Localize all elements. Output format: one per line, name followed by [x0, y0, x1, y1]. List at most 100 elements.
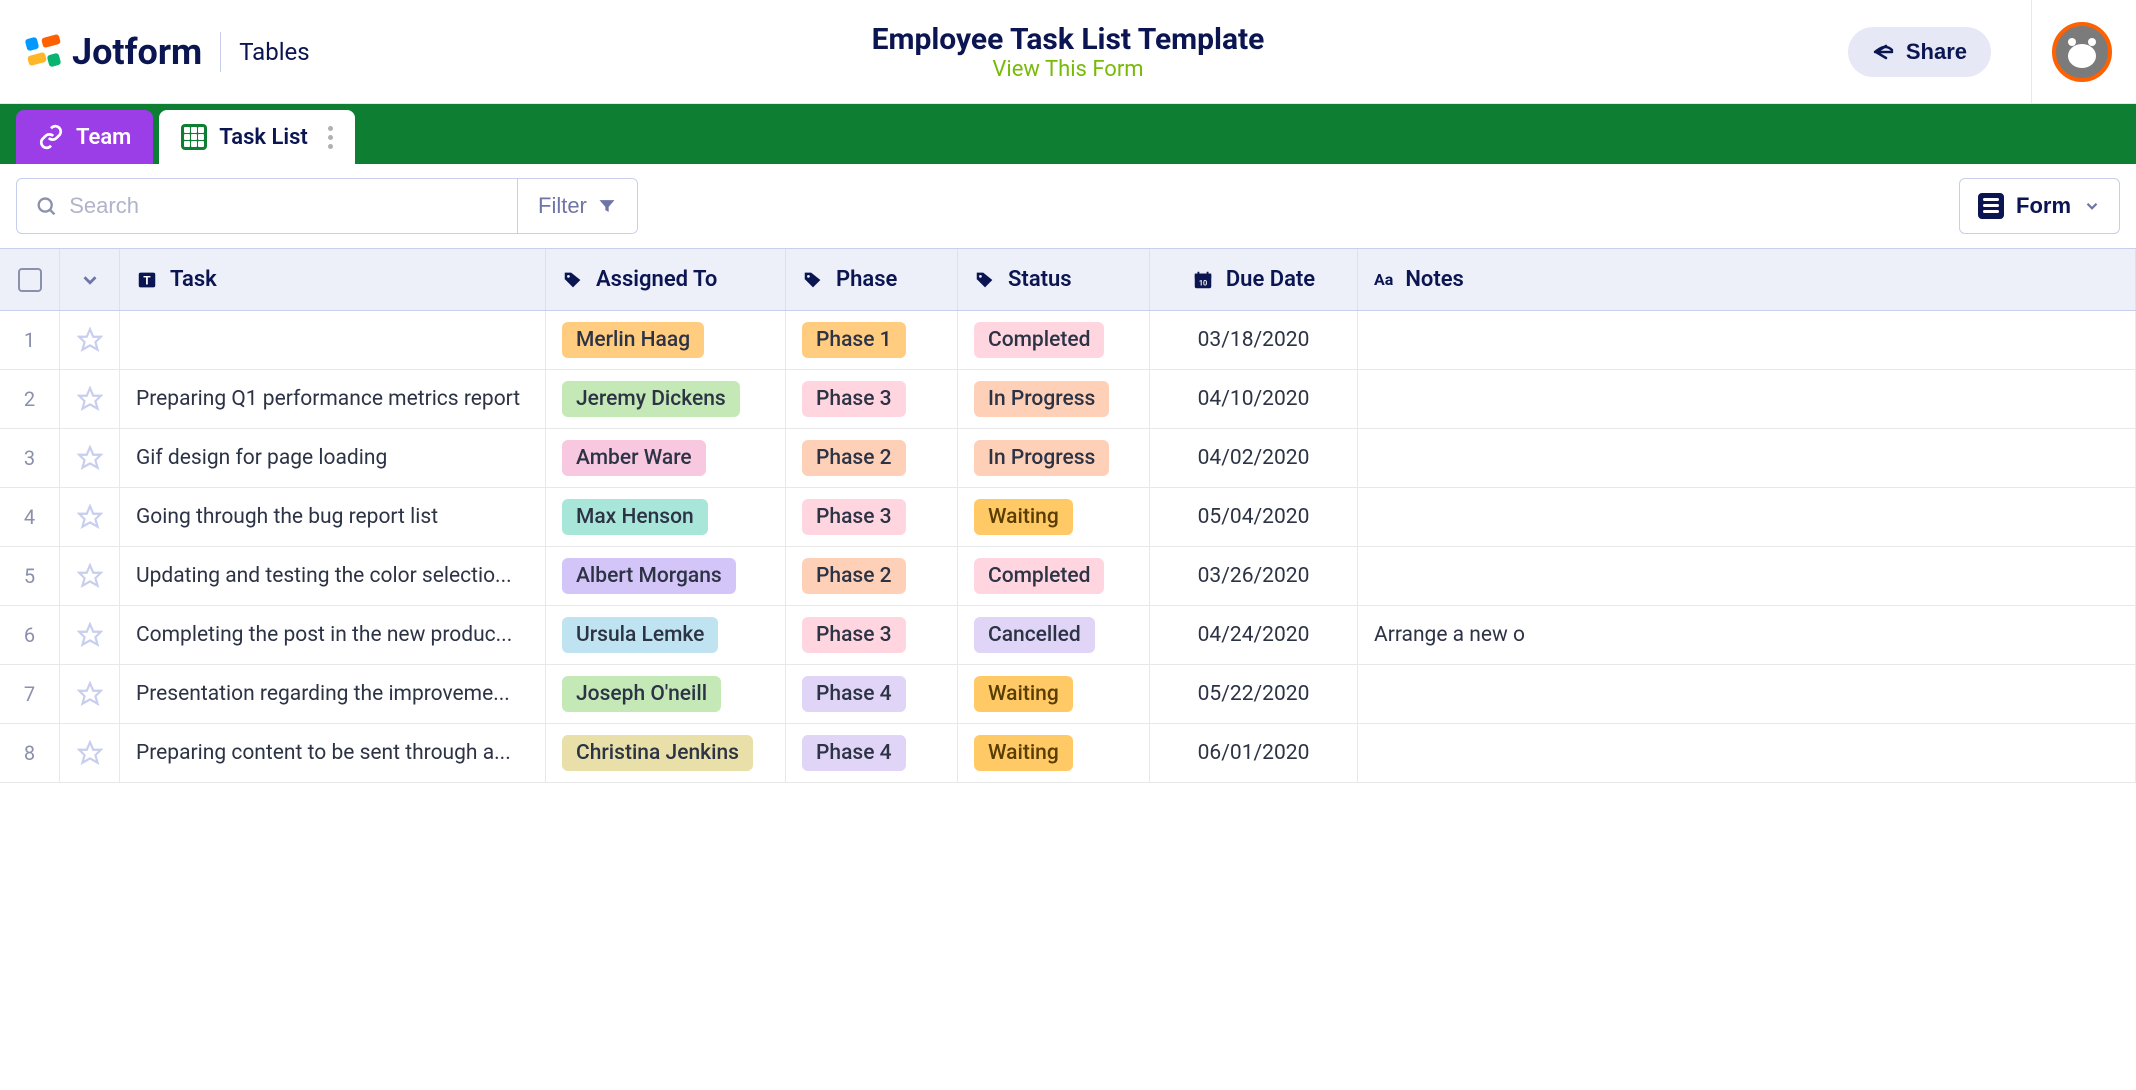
brand-name: Jotform	[72, 31, 202, 73]
cell-assigned[interactable]: Amber Ware	[546, 429, 786, 487]
table-row[interactable]: 5 Updating and testing the color selecti…	[0, 547, 2136, 606]
view-form-link[interactable]: View This Form	[872, 57, 1265, 82]
cell-date[interactable]: 03/18/2020	[1150, 311, 1358, 369]
table-row[interactable]: 8 Preparing content to be sent through a…	[0, 724, 2136, 783]
cell-notes[interactable]	[1358, 547, 2136, 605]
column-header-status[interactable]: Status	[958, 249, 1150, 310]
form-view-button[interactable]: Form	[1959, 178, 2120, 234]
row-star[interactable]	[60, 311, 120, 369]
cell-notes[interactable]	[1358, 370, 2136, 428]
cell-phase[interactable]: Phase 2	[786, 547, 958, 605]
cell-phase[interactable]: Phase 4	[786, 724, 958, 782]
cell-phase[interactable]: Phase 1	[786, 311, 958, 369]
cell-phase[interactable]: Phase 2	[786, 429, 958, 487]
table-row[interactable]: 2 Preparing Q1 performance metrics repor…	[0, 370, 2136, 429]
cell-status[interactable]: Cancelled	[958, 606, 1150, 664]
row-number: 6	[0, 606, 60, 664]
table-row[interactable]: 4 Going through the bug report list Max …	[0, 488, 2136, 547]
tab-tasklist[interactable]: Task List	[159, 110, 355, 164]
column-header-notes[interactable]: Aa Notes	[1358, 249, 2136, 310]
tab-menu-button[interactable]	[328, 126, 333, 149]
cell-assigned[interactable]: Max Henson	[546, 488, 786, 546]
product-name[interactable]: Tables	[239, 38, 309, 66]
cell-phase[interactable]: Phase 3	[786, 370, 958, 428]
column-header-task[interactable]: T Task	[120, 249, 546, 310]
table-row[interactable]: 6 Completing the post in the new produc.…	[0, 606, 2136, 665]
cell-notes[interactable]	[1358, 665, 2136, 723]
cell-status[interactable]: In Progress	[958, 429, 1150, 487]
search-filter-group: Filter	[16, 178, 638, 234]
cell-status[interactable]: Waiting	[958, 488, 1150, 546]
cell-task[interactable]: Updating and testing the color selectio.…	[120, 547, 546, 605]
table-row[interactable]: 7 Presentation regarding the improveme..…	[0, 665, 2136, 724]
cell-assigned[interactable]: Merlin Haag	[546, 311, 786, 369]
row-star[interactable]	[60, 370, 120, 428]
row-star[interactable]	[60, 665, 120, 723]
column-header-assigned[interactable]: Assigned To	[546, 249, 786, 310]
cell-status[interactable]: Completed	[958, 547, 1150, 605]
cell-date[interactable]: 04/24/2020	[1150, 606, 1358, 664]
row-star[interactable]	[60, 547, 120, 605]
cell-status[interactable]: In Progress	[958, 370, 1150, 428]
expand-header[interactable]	[60, 249, 120, 310]
search-input[interactable]	[69, 193, 499, 219]
select-all-header[interactable]	[0, 249, 60, 310]
search-box[interactable]	[17, 179, 517, 233]
star-icon	[77, 740, 103, 766]
tab-tasklist-label: Task List	[219, 125, 308, 150]
cell-date[interactable]: 04/02/2020	[1150, 429, 1358, 487]
column-header-duedate[interactable]: 10 Due Date	[1150, 249, 1358, 310]
cell-notes[interactable]	[1358, 311, 2136, 369]
search-icon	[35, 194, 57, 218]
filter-button[interactable]: Filter	[517, 179, 637, 233]
cell-phase[interactable]: Phase 3	[786, 606, 958, 664]
cell-notes[interactable]	[1358, 724, 2136, 782]
brand-logo[interactable]: Jotform	[24, 31, 202, 73]
cell-task[interactable]: Going through the bug report list	[120, 488, 546, 546]
row-star[interactable]	[60, 606, 120, 664]
row-star[interactable]	[60, 724, 120, 782]
cell-task[interactable]: Preparing Q1 performance metrics report	[120, 370, 546, 428]
star-icon	[77, 445, 103, 471]
cell-assigned[interactable]: Jeremy Dickens	[546, 370, 786, 428]
cell-task[interactable]: Presentation regarding the improveme...	[120, 665, 546, 723]
toolbar: Filter Form	[0, 164, 2136, 248]
table-body: 1 Merlin Haag Phase 1 Completed 03/18/20…	[0, 311, 2136, 783]
tag-icon	[562, 269, 584, 291]
cell-date[interactable]: 04/10/2020	[1150, 370, 1358, 428]
app-header: Jotform Tables Employee Task List Templa…	[0, 0, 2136, 104]
cell-task[interactable]	[120, 311, 546, 369]
text-icon: T	[136, 269, 158, 291]
cell-notes[interactable]	[1358, 488, 2136, 546]
cell-date[interactable]: 05/04/2020	[1150, 488, 1358, 546]
cell-assigned[interactable]: Christina Jenkins	[546, 724, 786, 782]
cell-assigned[interactable]: Ursula Lemke	[546, 606, 786, 664]
cell-date[interactable]: 05/22/2020	[1150, 665, 1358, 723]
cell-date[interactable]: 06/01/2020	[1150, 724, 1358, 782]
table-row[interactable]: 1 Merlin Haag Phase 1 Completed 03/18/20…	[0, 311, 2136, 370]
select-all-checkbox[interactable]	[18, 268, 42, 292]
cell-phase[interactable]: Phase 4	[786, 665, 958, 723]
row-star[interactable]	[60, 429, 120, 487]
filter-icon	[597, 196, 617, 216]
cell-status[interactable]: Waiting	[958, 665, 1150, 723]
row-number: 2	[0, 370, 60, 428]
user-avatar[interactable]	[2052, 22, 2112, 82]
cell-notes[interactable]: Arrange a new o	[1358, 606, 2136, 664]
cell-task[interactable]: Preparing content to be sent through a..…	[120, 724, 546, 782]
cell-assigned[interactable]: Joseph O'neill	[546, 665, 786, 723]
form-label: Form	[2016, 193, 2071, 219]
cell-phase[interactable]: Phase 3	[786, 488, 958, 546]
cell-task[interactable]: Gif design for page loading	[120, 429, 546, 487]
cell-status[interactable]: Completed	[958, 311, 1150, 369]
tab-team[interactable]: Team	[16, 110, 153, 164]
cell-date[interactable]: 03/26/2020	[1150, 547, 1358, 605]
share-button[interactable]: Share	[1848, 27, 1991, 77]
table-row[interactable]: 3 Gif design for page loading Amber Ware…	[0, 429, 2136, 488]
cell-task[interactable]: Completing the post in the new produc...	[120, 606, 546, 664]
cell-status[interactable]: Waiting	[958, 724, 1150, 782]
cell-notes[interactable]	[1358, 429, 2136, 487]
column-header-phase[interactable]: Phase	[786, 249, 958, 310]
row-star[interactable]	[60, 488, 120, 546]
cell-assigned[interactable]: Albert Morgans	[546, 547, 786, 605]
